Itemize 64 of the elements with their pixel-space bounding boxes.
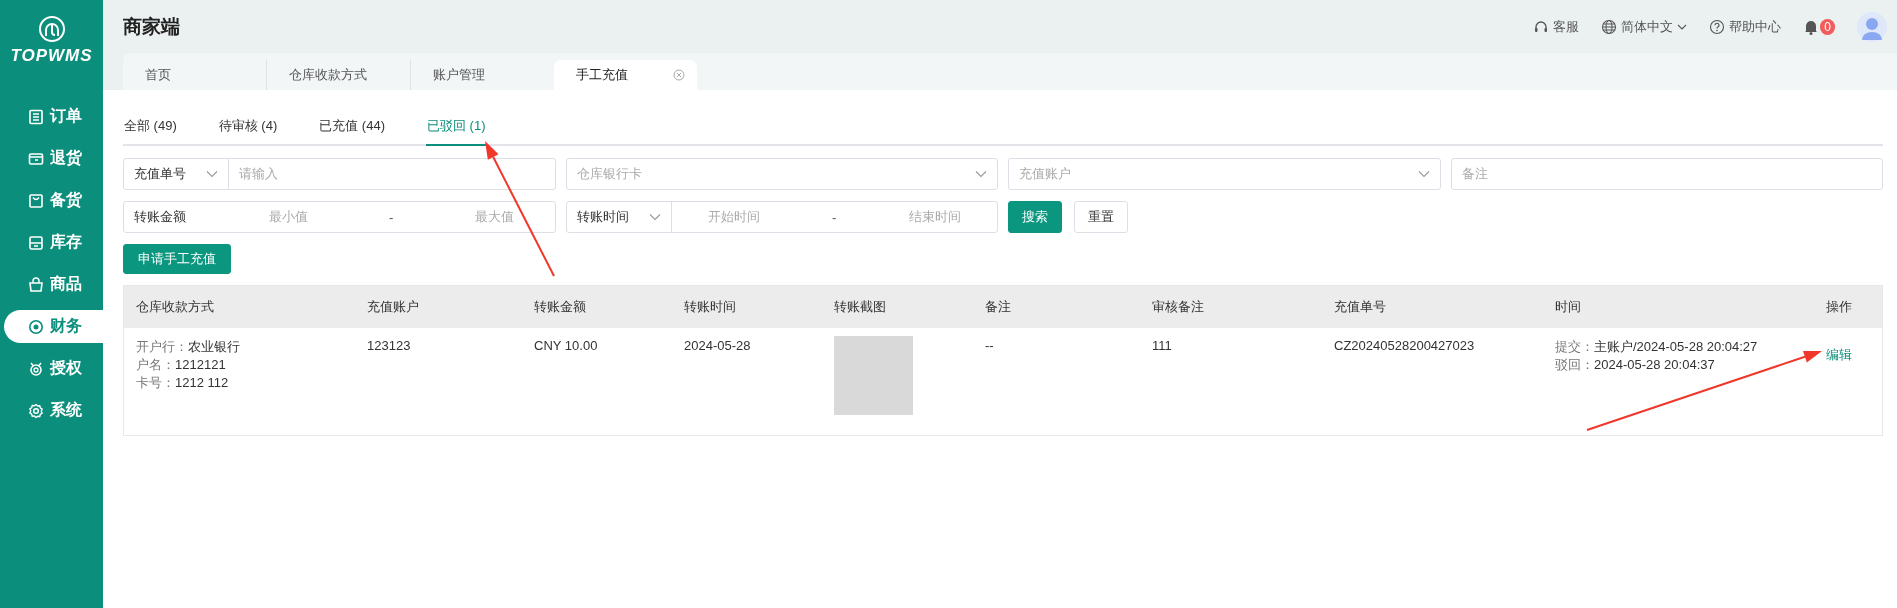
select-field[interactable]: 充值账户 — [1008, 158, 1441, 190]
column-header: 转账截图 — [834, 298, 887, 316]
notification-count: 0 — [1820, 18, 1835, 35]
column-header: 时间 — [1555, 298, 1582, 316]
table-cell: 2024-05-28 — [684, 338, 751, 353]
status-tab[interactable]: 已充值 (44) — [318, 108, 386, 146]
search-button[interactable]: 搜索 — [1008, 201, 1062, 233]
drawer-icon — [28, 234, 44, 251]
apply-recharge-button[interactable]: 申请手工充值 — [123, 244, 231, 274]
column-header: 转账金额 — [534, 298, 587, 316]
table-cell: 111 — [1152, 338, 1172, 353]
nav-item[interactable]: 订单 — [4, 100, 103, 133]
app-title: 商家端 — [123, 14, 180, 39]
nav-item[interactable]: 财务 — [4, 310, 103, 343]
avatar-icon — [1857, 11, 1887, 42]
table-cell-text: 提交：主账户/2024-05-28 20:04:27 — [1555, 338, 1759, 356]
bag-icon — [28, 192, 44, 209]
column-header: 审核备注 — [1152, 298, 1205, 316]
nav-item[interactable]: 备货 — [4, 184, 103, 217]
edit-link[interactable]: 编辑 — [1826, 346, 1852, 364]
table-cell-text: 卡号：1212 112 — [136, 374, 230, 392]
globe-icon — [1601, 18, 1618, 35]
nav-item[interactable]: 退货 — [4, 142, 103, 175]
header-link[interactable]: 帮助中心 — [1709, 17, 1782, 36]
logo-text: TOPWMS — [10, 46, 93, 66]
input-field[interactable]: 备注 — [1450, 158, 1883, 190]
list-icon — [28, 108, 44, 125]
award-icon — [28, 360, 44, 377]
select-field[interactable]: 仓库银行卡 — [565, 158, 998, 190]
table-cell-text: 户名：1212121 — [136, 356, 227, 374]
column-header: 转账时间 — [684, 298, 737, 316]
table-cell: CNY 10.00 — [534, 338, 598, 353]
status-tab[interactable]: 全部 (49) — [123, 108, 178, 146]
table-cell-text: 驳回：2024-05-28 20:04:37 — [1555, 356, 1716, 374]
chevron-down-icon — [1417, 168, 1430, 180]
coin-icon — [28, 318, 44, 335]
nav-item[interactable]: 授权 — [4, 352, 103, 385]
table-cell: 123123 — [367, 338, 411, 353]
page-tab[interactable]: 手工充值 — [554, 60, 697, 90]
column-header: 充值单号 — [1334, 298, 1387, 316]
bell-icon — [1803, 18, 1820, 35]
elephant-logo-icon — [36, 14, 67, 44]
box-icon — [28, 150, 44, 167]
nav-item[interactable]: 库存 — [4, 226, 103, 259]
basket-icon — [28, 276, 44, 293]
column-header: 充值账户 — [367, 298, 420, 316]
nav-item[interactable]: 系统 — [4, 394, 103, 427]
table-cell: -- — [985, 338, 994, 353]
column-header: 备注 — [985, 298, 1012, 316]
status-tab[interactable]: 待审核 (4) — [217, 108, 279, 146]
column-header: 仓库收款方式 — [136, 298, 215, 316]
headset-icon — [1533, 18, 1550, 35]
help-icon — [1709, 18, 1726, 35]
reset-button[interactable]: 重置 — [1074, 201, 1128, 233]
settings-icon — [28, 402, 44, 419]
page-tab[interactable]: 账户管理 — [411, 60, 554, 90]
header-link[interactable]: 客服 — [1533, 17, 1580, 36]
table-cell: CZ20240528200427023 — [1334, 338, 1475, 353]
nav-item[interactable]: 商品 — [4, 268, 103, 301]
chevron-down-icon — [975, 168, 987, 180]
status-tab[interactable]: 已驳回 (1) — [425, 108, 487, 146]
header-link[interactable]: 简体中文 — [1601, 17, 1688, 36]
table-cell-text: 开户行：农业银行 — [136, 338, 241, 356]
column-header: 操作 — [1826, 298, 1853, 316]
